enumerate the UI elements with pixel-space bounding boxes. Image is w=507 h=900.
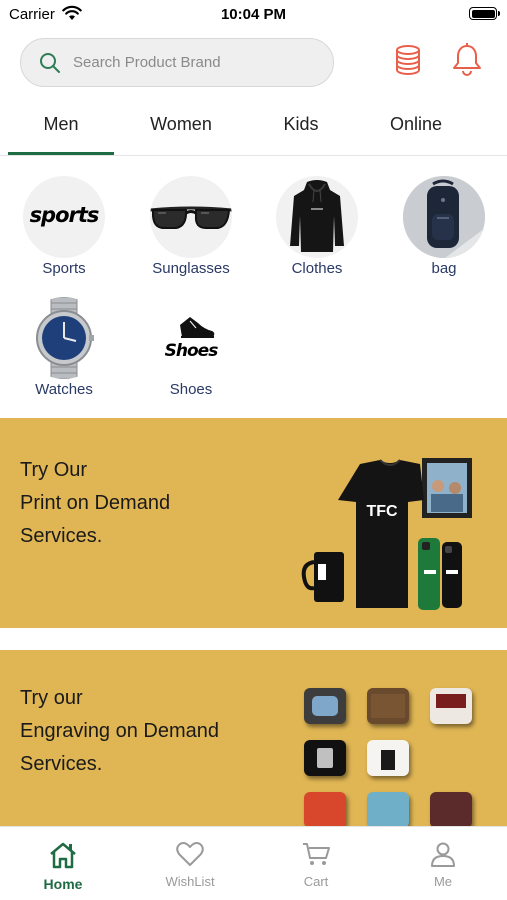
category-label: Watches <box>35 381 93 398</box>
nav-label: Me <box>433 874 453 889</box>
tab-online[interactable]: Online <box>363 114 469 135</box>
search-icon <box>39 52 61 79</box>
banner-line: Print on Demand <box>20 492 171 514</box>
notifications-button[interactable] <box>450 42 484 76</box>
shoes-logo-text: Shoes <box>164 341 219 361</box>
sports-logo-image: sports <box>23 176 105 258</box>
bell-icon <box>450 43 484 80</box>
search-bar[interactable] <box>20 38 334 87</box>
banner-heading: Try our Engraving on Demand Services. <box>20 682 219 781</box>
category-label: Sunglasses <box>152 260 230 277</box>
engraved-card-thumb <box>367 792 409 828</box>
category-sunglasses[interactable]: Sunglasses <box>136 176 246 277</box>
sports-logo-text: sports <box>29 203 100 227</box>
nav-wishlist[interactable]: WishList <box>145 841 235 889</box>
nav-home[interactable]: Home <box>18 841 108 892</box>
engraved-box-thumb <box>430 688 472 724</box>
home-icon <box>48 842 78 873</box>
tab-selected-indicator <box>8 152 114 155</box>
coins-icon <box>392 45 424 81</box>
battery-icon <box>469 7 500 20</box>
category-bag[interactable]: bag <box>389 176 499 277</box>
category-label: Shoes <box>169 381 213 398</box>
coins-button[interactable] <box>392 43 424 77</box>
banner-line: Services. <box>20 753 103 775</box>
engraved-necklace-thumb <box>430 792 472 828</box>
category-clothes[interactable]: Clothes <box>262 176 372 277</box>
status-bar: Carrier 10:04 PM <box>0 0 507 30</box>
sunglasses-image <box>150 176 232 258</box>
tab-kids[interactable]: Kids <box>248 114 354 135</box>
engraved-wallet-thumb <box>367 688 409 724</box>
heart-icon <box>176 842 204 871</box>
engraved-buckle-thumb <box>304 688 346 724</box>
bag-image <box>403 176 485 258</box>
banner-line: Services. <box>20 525 103 547</box>
category-label: Clothes <box>291 260 343 277</box>
category-shoes[interactable]: Shoes Shoes <box>136 297 246 398</box>
nav-label: WishList <box>165 874 215 889</box>
print-on-demand-banner[interactable]: Try Our Print on Demand Services. TFC <box>0 418 507 628</box>
hoodie-image <box>276 176 358 258</box>
engraving-on-demand-banner[interactable]: Try our Engraving on Demand Services. <box>0 650 507 830</box>
tab-men[interactable]: Men <box>8 114 114 135</box>
category-label: bag <box>431 260 457 277</box>
cart-icon <box>301 843 331 871</box>
print-products-image: TFC <box>300 456 480 621</box>
nav-label: Home <box>43 876 83 892</box>
category-sports[interactable]: sports Sports <box>9 176 119 277</box>
tfc-logo-text: TFC <box>366 503 398 520</box>
bottom-navigation: Home WishList Cart Me <box>0 826 507 900</box>
nav-me[interactable]: Me <box>398 841 488 889</box>
banner-line: Try our <box>20 687 83 709</box>
nav-label: Cart <box>303 874 329 889</box>
category-label: Sports <box>42 260 86 277</box>
engraved-perfume-thumb <box>367 740 409 776</box>
tab-women[interactable]: Women <box>128 114 234 135</box>
status-time: 10:04 PM <box>220 6 287 23</box>
category-tabs: Men Women Kids Online <box>0 104 507 156</box>
banner-line: Try Our <box>20 459 88 481</box>
banner-line: Engraving on Demand <box>20 720 220 742</box>
engraved-lighter-thumb <box>304 740 346 776</box>
watch-image <box>23 297 105 379</box>
person-icon <box>430 842 456 871</box>
engraved-gift-thumb <box>304 792 346 828</box>
banner-heading: Try Our Print on Demand Services. <box>20 454 170 553</box>
category-watches[interactable]: Watches <box>9 297 119 398</box>
nav-cart[interactable]: Cart <box>271 841 361 889</box>
shoes-logo-image: Shoes <box>150 297 232 379</box>
search-input[interactable] <box>73 39 323 86</box>
